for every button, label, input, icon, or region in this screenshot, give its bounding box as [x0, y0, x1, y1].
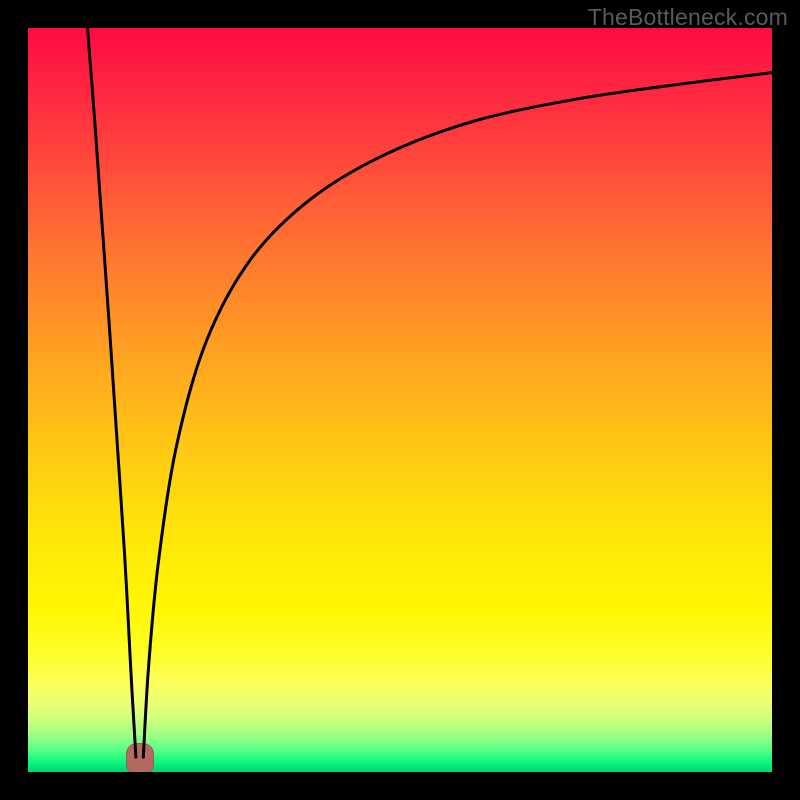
bottleneck-curve: [28, 28, 772, 772]
watermark-text: TheBottleneck.com: [588, 4, 788, 31]
plot-area: [28, 28, 772, 772]
curve-right-branch: [143, 73, 772, 758]
chart-frame: TheBottleneck.com: [0, 0, 800, 800]
curve-left-branch: [88, 28, 136, 757]
